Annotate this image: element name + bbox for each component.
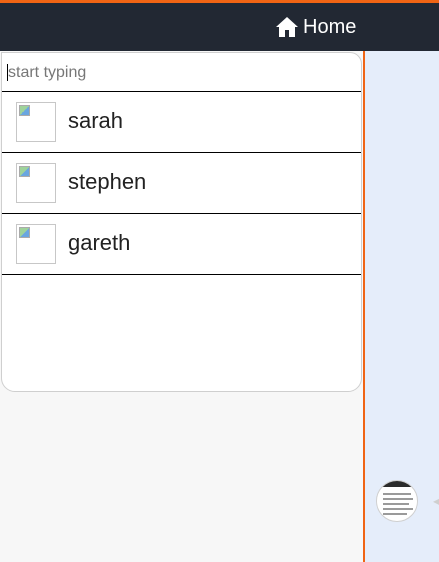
list-item-label: gareth	[68, 230, 131, 255]
avatar	[16, 163, 56, 203]
home-label: Home	[303, 15, 357, 38]
broken-image-icon	[19, 166, 30, 177]
broken-image-icon	[19, 105, 30, 116]
broken-image-icon	[19, 227, 30, 238]
document-thumbnail[interactable]	[376, 480, 418, 522]
avatar	[16, 224, 56, 264]
list-item[interactable]: gareth	[2, 214, 361, 275]
search-input[interactable]	[6, 59, 348, 87]
avatar	[16, 102, 56, 142]
list-item[interactable]: sarah	[2, 92, 361, 153]
home-icon	[276, 17, 298, 37]
list-item-label: stephen	[68, 169, 147, 194]
results-list: sarah stephen gareth	[2, 91, 361, 275]
text-cursor	[7, 64, 8, 81]
chevron-left-icon[interactable]: ◀	[433, 494, 439, 508]
top-header: Home	[0, 3, 439, 51]
home-link[interactable]: Home	[275, 13, 356, 41]
list-item-label: sarah	[68, 108, 124, 133]
user-search-dropdown: sarah stephen gareth	[1, 52, 362, 392]
list-item[interactable]: stephen	[2, 153, 361, 214]
